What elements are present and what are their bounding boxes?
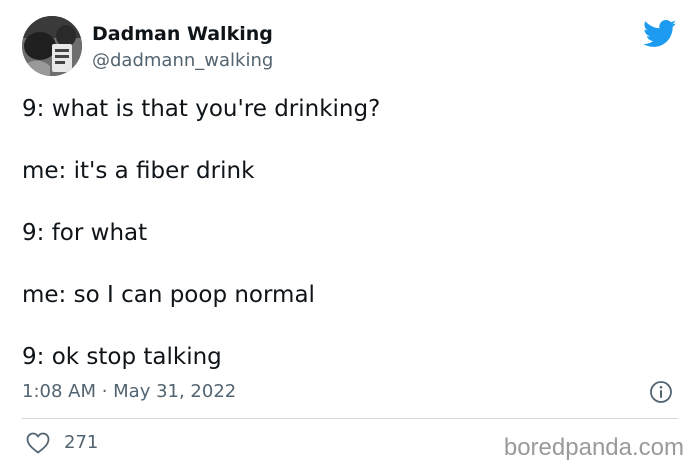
watermark: boredpanda.com bbox=[503, 434, 684, 461]
tweet-text: 9: what is that you're drinking? me: it'… bbox=[22, 93, 672, 373]
twitter-bird-icon[interactable] bbox=[643, 20, 677, 48]
display-name[interactable]: Dadman Walking bbox=[92, 22, 273, 46]
like-count: 271 bbox=[64, 432, 99, 453]
tweet-line: 9: for what bbox=[22, 220, 148, 246]
avatar-photo bbox=[22, 16, 82, 76]
tweet-line: 9: what is that you're drinking? bbox=[22, 96, 381, 122]
tweet-timestamp[interactable]: 1:08 AM · May 31, 2022 bbox=[22, 380, 236, 404]
heart-icon[interactable] bbox=[26, 432, 50, 454]
handle[interactable]: @dadmann_walking bbox=[92, 49, 273, 73]
divider bbox=[22, 418, 678, 419]
tweet-line: me: so I can poop normal bbox=[22, 282, 315, 308]
tweet-line: me: it's a fiber drink bbox=[22, 158, 255, 184]
avatar[interactable] bbox=[22, 16, 82, 76]
info-icon[interactable] bbox=[649, 380, 673, 404]
tweet-line: 9: ok stop talking bbox=[22, 344, 222, 370]
